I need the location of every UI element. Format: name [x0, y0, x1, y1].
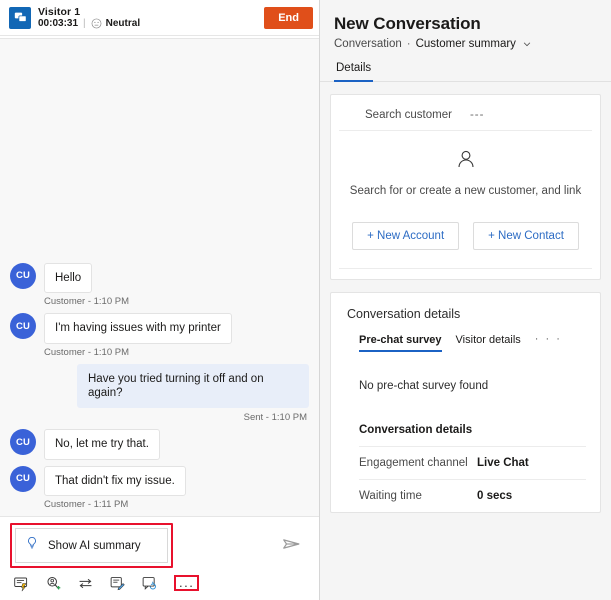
breadcrumb-item-conversation[interactable]: Conversation — [334, 38, 402, 50]
conversation-tabs-overflow-icon[interactable]: · · · — [535, 333, 562, 352]
show-ai-summary-label: Show AI summary — [48, 539, 141, 552]
send-message-button[interactable] — [281, 533, 303, 558]
field-value: Live Chat — [477, 457, 529, 469]
chat-message-customer: CU No, let me try that. — [10, 429, 309, 460]
conversation-fields: Engagement channel Live Chat Waiting time 0… — [331, 446, 600, 512]
breadcrumb-item-customer-summary[interactable]: Customer summary — [416, 38, 516, 50]
card-spacer — [331, 269, 600, 279]
visitor-name: Visitor 1 — [38, 5, 81, 18]
customer-summary-card: Search customer --- Search for or create… — [330, 94, 601, 280]
conversation-details-section-heading: Conversation details — [359, 424, 473, 436]
chat-transcript[interactable]: CU Hello Customer - 1:10 PM CU I'm having is… — [0, 38, 319, 517]
person-outline-icon — [453, 150, 479, 177]
search-customer-label: Search customer — [365, 109, 452, 121]
conversation-field-row: Engagement channel Live Chat — [359, 446, 586, 479]
search-customer-value: --- — [469, 109, 485, 121]
more-ellipsis-icon: ... — [179, 575, 195, 590]
separator: | — [83, 17, 86, 29]
message-bubble: No, let me try that. — [44, 429, 160, 460]
breadcrumb: Conversation · Customer summary — [320, 34, 611, 50]
tab-details[interactable]: Details — [334, 62, 374, 82]
consult-chat-icon[interactable] — [140, 574, 158, 592]
notes-edit-icon[interactable] — [108, 574, 126, 592]
message-bubble: Have you tried turning it off and on aga… — [77, 363, 309, 409]
field-key: Engagement channel — [359, 457, 468, 469]
quick-replies-icon[interactable] — [12, 574, 30, 592]
breadcrumb-separator: · — [406, 38, 411, 50]
lightbulb-icon — [25, 536, 39, 555]
conversation-field-row: Waiting time 0 secs — [359, 479, 586, 512]
show-ai-summary-button[interactable]: Show AI summary — [15, 528, 168, 563]
field-value: 0 secs — [477, 490, 513, 502]
customer-avatar: CU — [10, 313, 36, 340]
end-conversation-button[interactable]: End — [264, 6, 313, 29]
ai-summary-highlight-box: Show AI summary — [10, 523, 173, 568]
send-paper-plane-icon — [281, 533, 303, 558]
visitor-status-row: 00:03:31 | Neutral — [38, 18, 140, 30]
chat-action-toolbar: ... — [0, 570, 319, 600]
transfer-arrows-icon[interactable] — [76, 574, 94, 592]
details-tabs: Details — [320, 50, 611, 82]
tab-pre-chat-survey[interactable]: Pre-chat survey — [359, 334, 442, 352]
conversation-details-card: Conversation details Pre-chat survey Vis… — [330, 292, 601, 513]
more-options-highlight-box[interactable]: ... — [174, 575, 200, 591]
message-meta: Customer - 1:11 PM — [44, 499, 129, 510]
message-bubble: Hello — [44, 262, 93, 294]
chat-message-agent: Have you tried turning it off and on aga… — [10, 363, 309, 409]
search-customer-row[interactable]: Search customer --- — [339, 95, 592, 131]
page-title: New Conversation — [334, 14, 481, 33]
customer-create-buttons: + New Account + New Contact — [331, 205, 600, 268]
message-meta: Customer - 1:10 PM — [44, 346, 129, 358]
details-pane: New Conversation Conversation · Customer… — [320, 0, 611, 600]
customer-avatar: CU — [10, 429, 36, 456]
field-key: Waiting time — [359, 490, 422, 502]
messages-container: CU Hello Customer - 1:10 PM CU I'm having is… — [10, 257, 309, 510]
customer-avatar: CU — [10, 262, 36, 289]
message-meta: Sent - 1:10 PM — [243, 412, 307, 424]
chat-header: Visitor 1 00:03:31 | Neutral End — [0, 0, 319, 36]
omnichannel-agent-app: Visitor 1 00:03:31 | Neutral End CU Hell… — [0, 0, 611, 600]
sentiment-label: Neutral — [105, 17, 141, 29]
tab-visitor-details[interactable]: Visitor details — [456, 334, 521, 352]
chat-bubbles-icon — [9, 6, 31, 29]
conversation-details-tabs: Pre-chat survey Visitor details · · · — [331, 321, 600, 352]
chat-message-customer: CU Hello — [10, 262, 309, 294]
empty-customer-hint: Search for or create a new customer, and… — [349, 185, 582, 197]
neutral-face-icon — [91, 18, 102, 29]
message-bubble: That didn't fix my issue. — [44, 465, 186, 496]
new-account-button[interactable]: + New Account — [352, 222, 460, 250]
chevron-down-icon[interactable] — [522, 39, 532, 49]
conversation-timer: 00:03:31 — [38, 17, 79, 29]
pre-chat-survey-empty-text: No pre-chat survey found — [359, 380, 489, 392]
chat-pane: Visitor 1 00:03:31 | Neutral End CU Hell… — [0, 0, 320, 600]
empty-customer-state: Search for or create a new customer, and… — [331, 131, 600, 205]
message-bubble: I'm having issues with my printer — [44, 313, 232, 344]
message-meta: Customer - 1:10 PM — [44, 296, 129, 308]
chat-message-customer: CU That didn't fix my issue. — [10, 465, 309, 496]
chat-composer: Show AI summary — [0, 517, 319, 570]
chat-message-customer: CU I'm having issues with my printer — [10, 313, 309, 344]
new-contact-button[interactable]: + New Contact — [473, 222, 579, 250]
conversation-details-heading: Conversation details — [347, 307, 461, 321]
visitor-meta: Visitor 1 00:03:31 | Neutral — [38, 6, 140, 30]
search-add-person-icon[interactable] — [44, 574, 62, 592]
customer-avatar: CU — [10, 465, 36, 492]
